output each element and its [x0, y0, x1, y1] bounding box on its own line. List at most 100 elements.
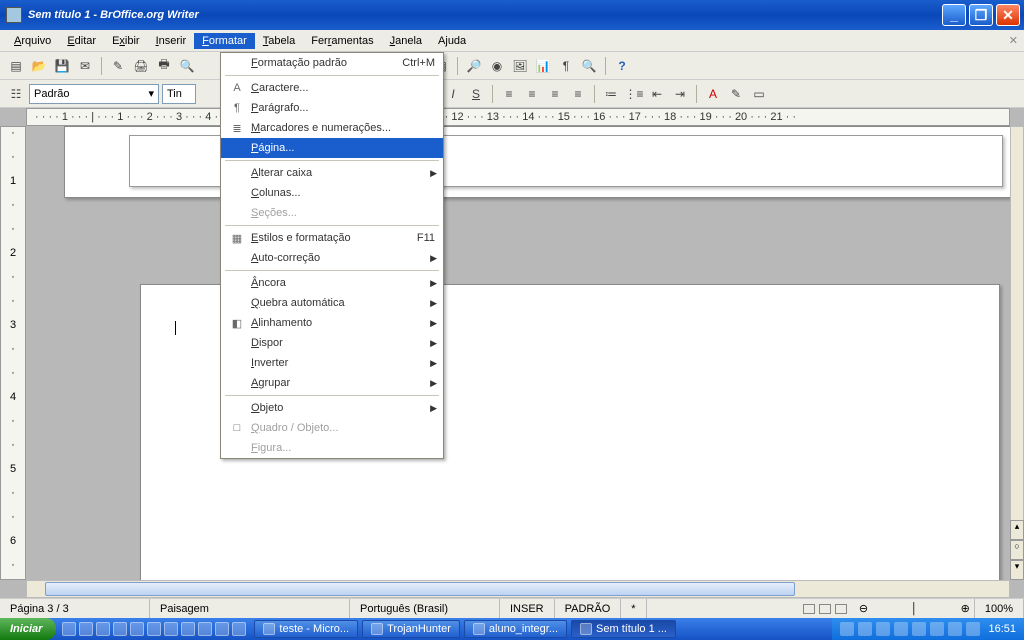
navigator-icon[interactable]: ◉	[487, 56, 507, 76]
status-language[interactable]: Português (Brasil)	[350, 599, 500, 618]
menu-entry[interactable]: Agrupar▶	[221, 373, 443, 393]
menu-tabela[interactable]: Tabela	[255, 33, 303, 49]
minimize-button[interactable]: _	[942, 4, 966, 26]
menu-entry[interactable]: Quebra automática▶	[221, 293, 443, 313]
clock[interactable]: 16:51	[988, 623, 1016, 635]
tray-icon[interactable]	[966, 622, 980, 636]
tray-icon[interactable]	[912, 622, 926, 636]
tray-icon[interactable]	[840, 622, 854, 636]
menu-entry[interactable]: Formatação padrãoCtrl+M	[221, 53, 443, 73]
nonprint-icon[interactable]: ¶	[556, 56, 576, 76]
print-icon[interactable]: 🖶	[154, 56, 174, 76]
ql-icon[interactable]	[130, 622, 144, 636]
tray-icon[interactable]	[858, 622, 872, 636]
menu-entry[interactable]: Alterar caixa▶	[221, 163, 443, 183]
menu-entry[interactable]: ◧Alinhamento▶	[221, 313, 443, 333]
align-center-icon[interactable]: ≡	[522, 84, 542, 104]
help-icon[interactable]: ?	[612, 56, 632, 76]
pdf-icon[interactable]: 🖨	[131, 56, 151, 76]
numbered-list-icon[interactable]: ≔	[601, 84, 621, 104]
status-page[interactable]: Página 3 / 3	[0, 599, 150, 618]
tray-icon[interactable]	[948, 622, 962, 636]
zoom-slider[interactable]: ⊖ │ ⊕	[855, 599, 975, 618]
find-icon[interactable]: 🔎	[464, 56, 484, 76]
menu-entry[interactable]: Âncora▶	[221, 273, 443, 293]
menu-formatar[interactable]: Formatar	[194, 33, 255, 49]
save-icon[interactable]: 💾	[52, 56, 72, 76]
paragraph-style-select[interactable]: Padrão ▾	[29, 84, 159, 104]
new-doc-icon[interactable]: ▤	[6, 56, 26, 76]
edit-icon[interactable]: ✎	[108, 56, 128, 76]
menu-entry[interactable]: ACaractere...	[221, 78, 443, 98]
taskbar-task[interactable]: TrojanHunter	[362, 620, 460, 638]
font-color-icon[interactable]: A	[703, 84, 723, 104]
menu-entry[interactable]: Colunas...	[221, 183, 443, 203]
ql-icon[interactable]	[96, 622, 110, 636]
ql-icon[interactable]	[79, 622, 93, 636]
bgcolor-icon[interactable]: ▭	[749, 84, 769, 104]
ql-icon[interactable]	[62, 622, 76, 636]
document-area[interactable]	[26, 126, 1010, 580]
tray-icon[interactable]	[876, 622, 890, 636]
menu-arquivo[interactable]: Arquivo	[6, 33, 59, 49]
menu-entry[interactable]: ▦Estilos e formataçãoF11	[221, 228, 443, 248]
doc-close-icon[interactable]: ✕	[1009, 34, 1018, 47]
mail-icon[interactable]: ✉	[75, 56, 95, 76]
vertical-scrollbar[interactable]	[1010, 126, 1024, 580]
status-insert[interactable]: INSER	[500, 599, 555, 618]
ql-icon[interactable]	[215, 622, 229, 636]
tray-icon[interactable]	[894, 622, 908, 636]
hscroll-thumb[interactable]	[45, 582, 795, 596]
menu-entry[interactable]: ¶Parágrafo...	[221, 98, 443, 118]
highlight-icon[interactable]: ✎	[726, 84, 746, 104]
start-button[interactable]: Iniciar	[0, 618, 56, 640]
horizontal-ruler[interactable]: · · · · 1 · · · | · · · 1 · · · 2 · · · …	[26, 108, 1010, 126]
menu-inserir[interactable]: Inserir	[148, 33, 195, 49]
taskbar-task[interactable]: aluno_integr...	[464, 620, 567, 638]
vertical-ruler[interactable]: ··1··2··3··4··5··6·	[0, 126, 26, 580]
menu-entry[interactable]: Dispor▶	[221, 333, 443, 353]
preview-icon[interactable]: 🔍	[177, 56, 197, 76]
indent-inc-icon[interactable]: ⇥	[670, 84, 690, 104]
maximize-button[interactable]: ❐	[969, 4, 993, 26]
nav-knobs[interactable]: ▴○▾	[1010, 520, 1024, 580]
ql-icon[interactable]	[164, 622, 178, 636]
horizontal-scrollbar[interactable]	[26, 580, 1010, 598]
ql-icon[interactable]	[113, 622, 127, 636]
taskbar-task[interactable]: Sem título 1 ...	[571, 620, 676, 638]
menu-entry[interactable]: Objeto▶	[221, 398, 443, 418]
align-right-icon[interactable]: ≡	[545, 84, 565, 104]
ql-icon[interactable]	[232, 622, 246, 636]
menu-janela[interactable]: Janela	[382, 33, 430, 49]
align-justify-icon[interactable]: ≡	[568, 84, 588, 104]
menu-entry[interactable]: ≣Marcadores e numerações...	[221, 118, 443, 138]
menu-ferramentas[interactable]: Ferramentas	[303, 33, 381, 49]
ql-icon[interactable]	[198, 622, 212, 636]
menu-entry[interactable]: Página...	[221, 138, 443, 158]
ql-icon[interactable]	[181, 622, 195, 636]
styles-icon[interactable]: ☷	[6, 84, 26, 104]
underline-icon[interactable]: S	[466, 84, 486, 104]
view-mode-icons[interactable]	[795, 604, 855, 614]
italic-icon[interactable]: I	[443, 84, 463, 104]
tray-icon[interactable]	[930, 622, 944, 636]
menu-ajuda[interactable]: Ajuda	[430, 33, 474, 49]
menu-exibir[interactable]: Exibir	[104, 33, 148, 49]
datasrc-icon[interactable]: 📊	[533, 56, 553, 76]
menu-entry[interactable]: Auto-correção▶	[221, 248, 443, 268]
status-mode[interactable]: PADRÃO	[555, 599, 622, 618]
ql-icon[interactable]	[147, 622, 161, 636]
taskbar-task[interactable]: teste - Micro...	[254, 620, 358, 638]
status-zoom[interactable]: 100%	[975, 599, 1024, 618]
open-icon[interactable]: 📂	[29, 56, 49, 76]
menu-entry[interactable]: Inverter▶	[221, 353, 443, 373]
menu-editar[interactable]: Editar	[59, 33, 104, 49]
page-prev[interactable]	[64, 126, 1010, 198]
bullet-list-icon[interactable]: ⋮≡	[624, 84, 644, 104]
align-left-icon[interactable]: ≡	[499, 84, 519, 104]
status-paper[interactable]: Paisagem	[150, 599, 350, 618]
indent-dec-icon[interactable]: ⇤	[647, 84, 667, 104]
gallery-icon[interactable]: 🖼	[510, 56, 530, 76]
font-name-select[interactable]: Tin	[162, 84, 196, 104]
close-button[interactable]: ✕	[996, 4, 1020, 26]
